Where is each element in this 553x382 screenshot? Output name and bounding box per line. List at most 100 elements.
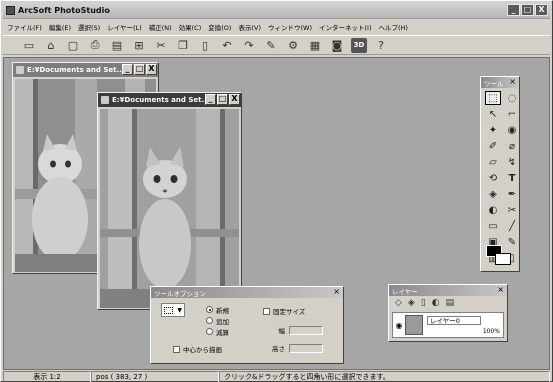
magic-wand-tool-icon[interactable]: ✦ — [485, 123, 501, 137]
menu-window[interactable]: ウィンドウ(W) — [268, 22, 312, 32]
settings-icon[interactable]: ⚙ — [285, 38, 301, 53]
menu-layer[interactable]: レイヤー(L) — [107, 22, 142, 32]
menu-internet[interactable]: インターネット(I) — [319, 22, 372, 32]
new-layer-icon[interactable]: ◇ — [395, 298, 402, 308]
clone-tool-icon[interactable]: ⟲ — [485, 171, 501, 185]
menu-select[interactable]: 選択(S) — [78, 22, 100, 32]
document-window-front[interactable]: E:¥Documents and Set... _ □ X — [97, 92, 242, 310]
fixed-size-label: 固定サイズ — [273, 308, 306, 316]
fill-tool-icon[interactable]: ◈ — [485, 187, 501, 201]
menu-file[interactable]: ファイル(F) — [7, 22, 42, 32]
mode-subtract-radio[interactable]: 減算 — [206, 326, 229, 337]
tool-options-title[interactable]: ツールオプション × — [151, 287, 343, 298]
delete-layer-icon[interactable]: ▯ — [421, 298, 426, 308]
redo-icon[interactable]: ↷ — [241, 38, 257, 53]
line-tool-icon[interactable]: ╱ — [504, 219, 520, 233]
tools-panel-close-button[interactable]: × — [509, 77, 516, 86]
cat-photo-image — [100, 109, 239, 308]
layers-panel-title-text: レイヤー — [392, 287, 418, 296]
visibility-eye-icon[interactable]: ◉ — [393, 321, 405, 330]
scan-icon[interactable]: ⎙ — [87, 38, 103, 53]
layer-opacity: 100% — [482, 328, 500, 335]
duplicate-layer-icon[interactable]: ◈ — [408, 298, 415, 308]
height-input[interactable] — [289, 343, 323, 353]
mode-new-radio[interactable]: 新規 — [206, 304, 229, 315]
menu-edit[interactable]: 編集(E) — [49, 22, 71, 32]
airbrush-tool-icon[interactable]: ⌀ — [504, 139, 520, 153]
undo-icon[interactable]: ↶ — [219, 38, 235, 53]
title-bar[interactable]: ArcSoft PhotoStudio _ □ X — [3, 3, 550, 19]
shape-dropdown[interactable]: ▼ — [161, 303, 185, 317]
menu-transform[interactable]: 変換(O) — [208, 22, 231, 32]
dodge-tool-icon[interactable]: ◐ — [485, 203, 501, 217]
lasso-tool-icon[interactable]: ⌐ — [504, 107, 520, 121]
doc-maximize-button[interactable]: □ — [217, 94, 228, 105]
wand-icon[interactable]: ✎ — [263, 38, 279, 53]
new-icon[interactable]: ▭ — [21, 38, 37, 53]
print-icon[interactable]: ▤ — [109, 38, 125, 53]
mode-subtract-label: 減算 — [216, 328, 229, 337]
layer-properties-icon[interactable]: ▤ — [446, 298, 455, 308]
radio-dot — [206, 306, 213, 313]
layers-panel-close-button[interactable]: × — [497, 285, 504, 294]
document-title-bar-active[interactable]: E:¥Documents and Set... _ □ X — [98, 93, 241, 107]
camera-icon[interactable]: ◙ — [329, 38, 345, 53]
merge-layer-icon[interactable]: ◐ — [432, 298, 440, 308]
tool-options-close-button[interactable]: × — [333, 287, 340, 296]
email-icon[interactable]: ⊞ — [131, 38, 147, 53]
layer-row[interactable]: ◉ レイヤー0 100% — [392, 312, 504, 338]
maximize-button[interactable]: □ — [521, 4, 534, 16]
fixed-size-checkbox[interactable]: 固定サイズ — [263, 306, 305, 316]
copy-icon[interactable]: ❐ — [175, 38, 191, 53]
mode-add-radio[interactable]: 追加 — [206, 315, 229, 326]
doc-minimize-button[interactable]: _ — [205, 94, 216, 105]
color-swatches[interactable] — [486, 245, 514, 267]
smudge-tool-icon[interactable]: ↯ — [504, 155, 520, 169]
mode-radio-group: 新規 追加 減算 — [206, 304, 229, 337]
status-zoom: 表示 1:2 — [3, 371, 91, 382]
browse-icon[interactable]: ▦ — [307, 38, 323, 53]
rect-shape-icon — [164, 306, 173, 314]
eraser-tool-icon[interactable]: ▱ — [485, 155, 501, 169]
menu-help[interactable]: ヘルプ(H) — [379, 22, 408, 32]
tools-panel-title[interactable]: ツール × — [481, 77, 519, 88]
width-input[interactable] — [289, 325, 323, 335]
brush-tool-icon[interactable]: ✐ — [485, 139, 501, 153]
pen-tool-icon[interactable]: ✒ — [504, 187, 520, 201]
ellipse-select-tool-icon[interactable]: ◌ — [504, 91, 520, 105]
width-label: 幅 — [278, 327, 286, 335]
text-tool-icon[interactable]: T — [504, 171, 520, 185]
workspace: E:¥Documents and Set... _ □ X E:¥Documen… — [3, 57, 550, 370]
red-eye-tool-icon[interactable]: ◉ — [504, 123, 520, 137]
gradient-tool-icon[interactable]: ▭ — [485, 219, 501, 233]
layers-panel-title[interactable]: レイヤー × — [389, 285, 507, 296]
doc-minimize-button[interactable]: _ — [122, 64, 133, 75]
crop-tool-icon[interactable]: ✂ — [504, 203, 520, 217]
help-icon[interactable]: ? — [373, 38, 389, 53]
main-toolbar: ▭ ⌂ ▢ ⎙ ▤ ⊞ ✂ ❐ ▯ ↶ ↷ ✎ ⚙ ▦ ◙ 3D ? — [3, 35, 550, 55]
document-title: E:¥Documents and Set... — [112, 96, 210, 104]
minimize-button[interactable]: _ — [507, 4, 520, 16]
menu-view[interactable]: 表示(V) — [238, 22, 261, 32]
rect-select-tool-icon[interactable]: ⬚ — [485, 91, 501, 105]
menu-effects[interactable]: 効果(C) — [179, 22, 202, 32]
close-button[interactable]: X — [535, 4, 548, 16]
move-tool-icon[interactable]: ↖ — [485, 107, 501, 121]
open-icon[interactable]: ⌂ — [43, 38, 59, 53]
doc-close-button[interactable]: X — [229, 94, 240, 105]
from-center-checkbox[interactable]: 中心から描画 — [173, 344, 222, 354]
layer-name-field[interactable]: レイヤー0 — [427, 316, 481, 325]
doc-maximize-button[interactable]: □ — [134, 64, 145, 75]
document-title-bar[interactable]: E:¥Documents and Set... _ □ X — [13, 63, 158, 77]
paste-icon[interactable]: ▯ — [197, 38, 213, 53]
cut-icon[interactable]: ✂ — [153, 38, 169, 53]
menu-bar: ファイル(F) 編集(E) 選択(S) レイヤー(L) 補正(N) 効果(C) … — [3, 20, 550, 34]
tool-grid: ⬚ ◌ ↖ ⌐ ✦ ◉ ✐ ⌀ ▱ ↯ ⟲ T ◈ ✒ ◐ ✂ ▭ ╱ ▣ ✎ — [481, 88, 519, 268]
menu-enhance[interactable]: 補正(N) — [149, 22, 172, 32]
3d-icon[interactable]: 3D — [351, 37, 367, 53]
window-controls: _ □ X — [507, 4, 548, 16]
document-icon — [16, 66, 24, 74]
background-color-swatch[interactable] — [495, 253, 511, 265]
save-icon[interactable]: ▢ — [65, 38, 81, 53]
doc-close-button[interactable]: X — [146, 64, 157, 75]
